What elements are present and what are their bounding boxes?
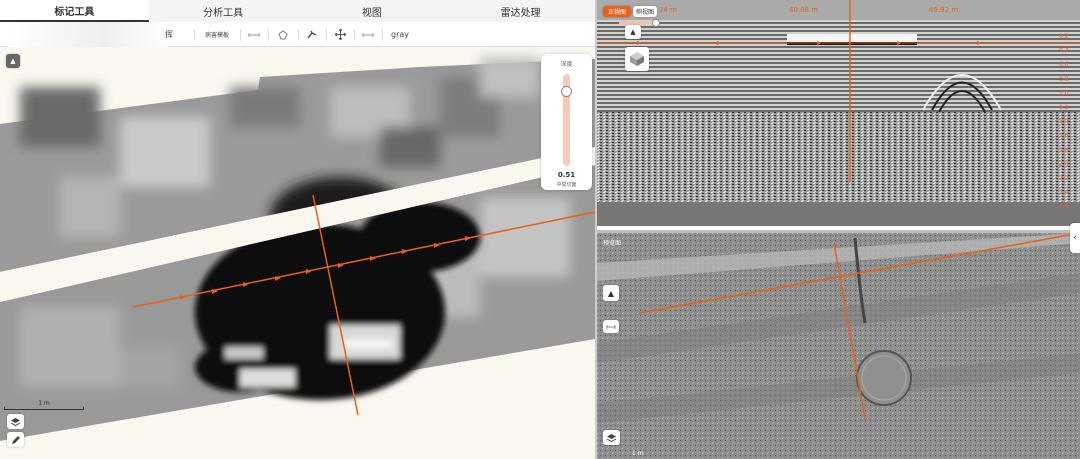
right-panel: 正視图 侧视图 24 m 40.08 m 49.92 m ▲ 0.2 0.4 0… [597, 0, 1080, 459]
measure-icon[interactable] [359, 22, 377, 47]
toolbar: 挥 病害模板 gray [0, 22, 595, 47]
depth-slider-handle[interactable] [561, 86, 572, 97]
top-label-3: 49.92 m [929, 6, 959, 14]
top-slider-handle[interactable] [652, 19, 660, 27]
left-scale-bar: 1 m [4, 400, 84, 410]
pointer-icon[interactable] [303, 22, 321, 47]
tab-radar-processing[interactable]: 雷达处理 [446, 0, 595, 22]
layers-icon [10, 417, 21, 426]
tab-bar: 标记工具 分析工具 视图 雷达处理 [0, 0, 595, 22]
tab-marking-tools[interactable]: 标记工具 [0, 0, 149, 22]
layers-button[interactable] [7, 414, 24, 429]
top-label-1: 24 m [659, 6, 677, 14]
depth-title: 深度 [560, 61, 573, 68]
depth-axis: 0.2 0.4 0.6 0.8 1.0 1.2 1.4 1.6 1.8 2.0 … [1059, 33, 1069, 211]
collapse-panel-button[interactable]: ‹ [1070, 223, 1080, 253]
left-scale-label: 1 m [38, 400, 50, 407]
slice-canvas[interactable] [0, 47, 595, 459]
move-icon[interactable] [331, 22, 349, 47]
template-button[interactable]: 病害模板 [198, 22, 236, 47]
slice-view[interactable]: ▲ 深度 0.51 中間切面 1 m [0, 47, 595, 459]
side-view-button[interactable]: 侧视图 [633, 6, 657, 17]
front-view-button[interactable]: 正視图 [603, 6, 631, 17]
depth-control: 深度 0.51 中間切面 [541, 54, 592, 190]
pencil-icon [11, 435, 20, 444]
depth-unit: 中間切面 [556, 182, 577, 188]
toolbar-hidden-text [8, 22, 168, 47]
cube-icon[interactable] [625, 47, 649, 71]
preview-north-icon[interactable]: ▲ [603, 285, 619, 301]
ruler-icon[interactable] [245, 22, 263, 47]
toolbar-text: 挥 [165, 30, 173, 39]
preview-scale: 1 m [632, 450, 644, 457]
top-north-icon[interactable]: ▲ [625, 25, 641, 39]
north-arrow-icon[interactable]: ▲ [6, 54, 20, 68]
preview-layers-button[interactable] [603, 430, 620, 445]
preview-map[interactable] [597, 233, 1080, 459]
polygon-icon[interactable] [274, 22, 292, 47]
edit-button[interactable] [7, 432, 24, 447]
depth-value: 0.51 [557, 171, 576, 179]
radar-profile[interactable] [597, 0, 1080, 230]
preview-layers-icon [606, 433, 617, 442]
preview-label: 预览图 [603, 240, 622, 247]
colormap-select[interactable]: gray [388, 22, 412, 47]
tab-analysis-tools[interactable]: 分析工具 [149, 0, 298, 22]
top-label-2: 40.08 m [789, 6, 819, 14]
tab-view[interactable]: 视图 [298, 0, 447, 22]
preview-measure-icon[interactable] [603, 320, 619, 333]
